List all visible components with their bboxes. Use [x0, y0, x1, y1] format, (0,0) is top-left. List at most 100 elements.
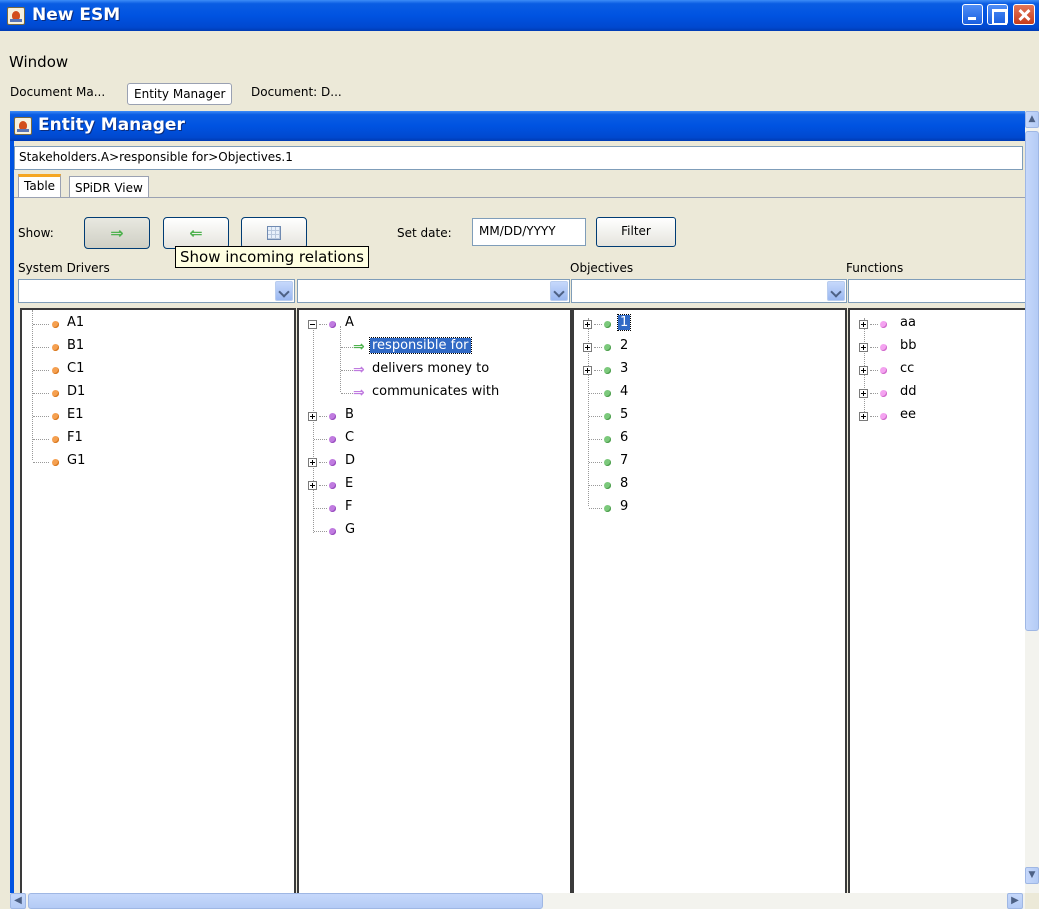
minimize-icon[interactable] — [962, 4, 983, 25]
tab-table[interactable]: Table — [18, 174, 62, 198]
close-icon[interactable] — [1013, 4, 1035, 25]
system-drivers-tree[interactable]: A1 B1 C1 D1 E1 F1 G1 — [20, 308, 296, 893]
tree-item[interactable]: F1 — [22, 429, 282, 452]
date-input[interactable]: MM/DD/YYYY — [472, 218, 586, 246]
tree-item-label: D1 — [67, 384, 86, 399]
stakeholders-tree[interactable]: A ⇒ responsible for ⇒ delivers money to … — [297, 308, 572, 893]
tree-item-label: 4 — [620, 384, 629, 399]
window-title-bar[interactable]: New ESM — [0, 0, 1039, 31]
tree-item-label: aa — [900, 315, 916, 330]
horizontal-scroll-thumb[interactable] — [28, 893, 543, 909]
outgoing-arrow-icon: ⇒ — [353, 339, 365, 355]
vertical-scrollbar[interactable]: ▲ ▼ — [1025, 111, 1039, 893]
objectives-tree[interactable]: 1 2 3 4 5 6 7 8 9 — [572, 308, 847, 893]
tree-item[interactable]: G1 — [22, 452, 282, 475]
expand-icon[interactable] — [308, 458, 317, 467]
tree-item[interactable]: 5 — [574, 406, 834, 429]
entity-dot-icon — [604, 459, 611, 466]
expand-icon[interactable] — [859, 389, 868, 398]
relation-item[interactable]: ⇒ communicates with — [299, 383, 559, 406]
tree-item-label: F1 — [67, 430, 83, 445]
table-view-button[interactable] — [241, 217, 307, 249]
relation-item[interactable]: ⇒ responsible for — [299, 337, 559, 360]
tree-item[interactable]: D1 — [22, 383, 282, 406]
relation-path-field[interactable]: Stakeholders.A>responsible for>Objective… — [14, 146, 1023, 170]
stakeholders-filter-combo[interactable] — [297, 279, 570, 303]
expand-icon[interactable] — [308, 481, 317, 490]
expand-icon[interactable] — [859, 366, 868, 375]
tree-item-label: E1 — [67, 407, 84, 422]
entity-dot-icon — [52, 390, 59, 397]
tree-item[interactable]: B1 — [22, 337, 282, 360]
tab-spidr-view[interactable]: SPiDR View — [69, 176, 149, 198]
tree-item[interactable]: 4 — [574, 383, 834, 406]
functions-tree[interactable]: aa bb cc dd ee — [848, 308, 1027, 893]
tree-item-label: E — [345, 476, 354, 491]
tree-item-expanded[interactable]: A — [299, 314, 559, 337]
vertical-scroll-thumb[interactable] — [1025, 131, 1039, 631]
tree-item-label: cc — [900, 361, 915, 376]
tree-item[interactable]: cc — [850, 360, 1020, 383]
scroll-down-icon[interactable]: ▼ — [1025, 867, 1039, 884]
functions-filter-combo[interactable] — [848, 279, 1027, 303]
tree-item-label: G1 — [67, 453, 86, 468]
tree-item[interactable]: A1 — [22, 314, 282, 337]
entity-dot-icon — [329, 321, 336, 328]
expand-icon[interactable] — [859, 320, 868, 329]
tree-item-label: C1 — [67, 361, 85, 376]
table-icon — [267, 226, 281, 240]
tree-item[interactable]: 3 — [574, 360, 834, 383]
tree-item[interactable]: C1 — [22, 360, 282, 383]
tree-item[interactable]: 2 — [574, 337, 834, 360]
expand-icon[interactable] — [583, 343, 592, 352]
tree-item[interactable]: 7 — [574, 452, 834, 475]
tree-item[interactable]: C — [299, 429, 559, 452]
show-label: Show: — [18, 226, 54, 240]
scroll-left-icon[interactable]: ◀ — [10, 893, 26, 909]
tree-item-label: 7 — [620, 453, 629, 468]
maximize-icon[interactable] — [987, 4, 1008, 25]
system-drivers-filter-combo[interactable] — [18, 279, 295, 303]
doc-tab-entity-manager[interactable]: Entity Manager — [127, 83, 233, 105]
tree-item[interactable]: D — [299, 452, 559, 475]
show-incoming-button[interactable]: ⇐ — [163, 217, 229, 249]
doc-tab-document-manager[interactable]: Document Ma... — [4, 82, 111, 104]
tree-item-label: bb — [900, 338, 917, 353]
chevron-down-icon[interactable] — [275, 281, 293, 301]
tree-item-label: 9 — [620, 499, 629, 514]
chevron-down-icon[interactable] — [550, 281, 568, 301]
objectives-filter-combo[interactable] — [571, 279, 847, 303]
expand-icon[interactable] — [859, 343, 868, 352]
doc-tab-document-d[interactable]: Document: D... — [245, 82, 348, 104]
expand-icon[interactable] — [583, 366, 592, 375]
tree-item[interactable]: 1 — [574, 314, 834, 337]
tree-item[interactable]: E — [299, 475, 559, 498]
tree-item[interactable]: ee — [850, 406, 1020, 429]
entity-dot-icon — [880, 413, 887, 420]
menu-window[interactable]: Window — [9, 53, 68, 71]
relation-item[interactable]: ⇒ delivers money to — [299, 360, 559, 383]
tree-item[interactable]: F — [299, 498, 559, 521]
tree-item[interactable]: B — [299, 406, 559, 429]
chevron-down-icon[interactable] — [827, 281, 845, 301]
horizontal-scrollbar[interactable]: ◀ ▶ — [10, 893, 1025, 909]
tree-item[interactable]: dd — [850, 383, 1020, 406]
expand-icon[interactable] — [308, 412, 317, 421]
tree-item[interactable]: aa — [850, 314, 1020, 337]
scroll-up-icon[interactable]: ▲ — [1025, 111, 1039, 128]
tree-item[interactable]: bb — [850, 337, 1020, 360]
scroll-right-icon[interactable]: ▶ — [1007, 893, 1023, 909]
entity-manager-title-bar[interactable]: Entity Manager — [10, 111, 1027, 141]
tree-item[interactable]: 8 — [574, 475, 834, 498]
tree-item[interactable]: G — [299, 521, 559, 544]
expand-icon[interactable] — [859, 412, 868, 421]
tree-item[interactable]: E1 — [22, 406, 282, 429]
tree-item[interactable]: 9 — [574, 498, 834, 521]
tree-item[interactable]: 6 — [574, 429, 834, 452]
column-header-system-drivers: System Drivers — [18, 261, 110, 275]
expand-icon[interactable] — [583, 320, 592, 329]
show-outgoing-button[interactable]: ⇒ — [84, 217, 150, 249]
collapse-icon[interactable] — [308, 320, 317, 329]
tree-item-label-selected: 1 — [616, 314, 632, 331]
filter-button[interactable]: Filter — [596, 217, 676, 247]
